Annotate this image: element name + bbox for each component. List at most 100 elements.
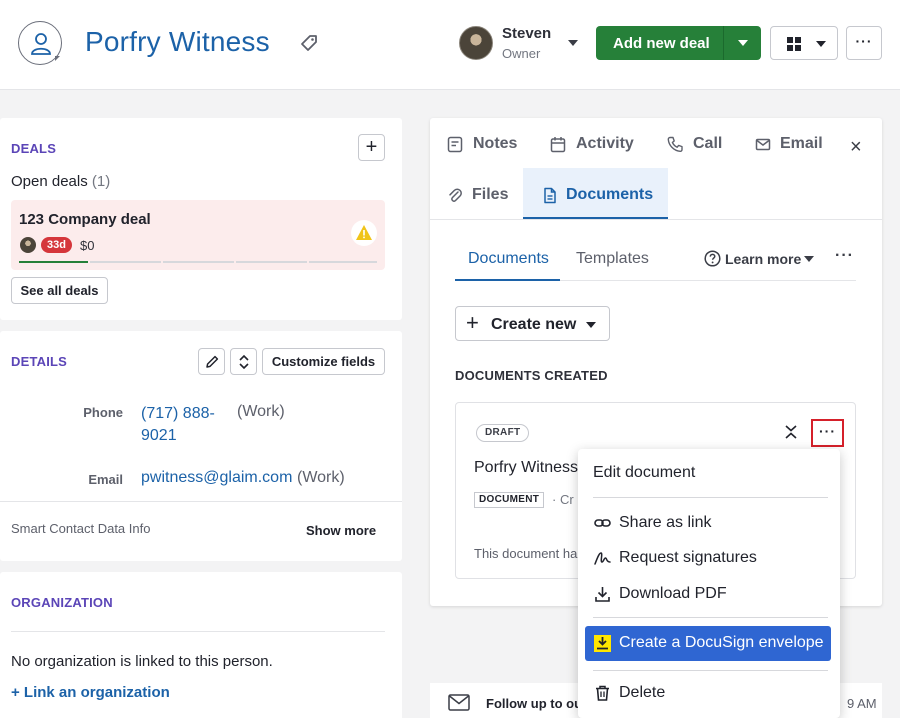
- menu-item-label: Download PDF: [619, 585, 727, 602]
- signature-icon: [594, 552, 611, 565]
- paperclip-icon: [449, 188, 462, 202]
- download-icon: [595, 587, 610, 602]
- button-divider: [723, 26, 724, 60]
- add-new-deal-button[interactable]: Add new deal: [596, 26, 761, 60]
- tab-email[interactable]: Email: [755, 135, 825, 155]
- view-switcher-button[interactable]: [770, 26, 838, 60]
- chevron-down-icon[interactable]: [738, 40, 748, 46]
- tab-activity-label: Activity: [576, 135, 634, 152]
- pencil-icon: [206, 355, 219, 368]
- tab-files-label: Files: [472, 186, 509, 203]
- envelope-icon: [448, 694, 470, 711]
- create-new-label: Create new: [491, 316, 577, 333]
- document-title[interactable]: Porfry Witness: [474, 459, 578, 477]
- pipeline-stage-bar: [309, 261, 377, 263]
- edit-details-button[interactable]: [198, 348, 225, 375]
- menu-item-label: Share as link: [619, 514, 712, 531]
- smart-contact-data-info: Smart Contact Data Info: [11, 521, 151, 536]
- deal-card[interactable]: 123 Company deal 33d $0: [11, 200, 385, 270]
- email-label: Email: [88, 472, 123, 487]
- create-new-button[interactable]: + Create new: [455, 306, 610, 341]
- add-new-deal-label: Add new deal: [613, 35, 710, 52]
- person-name[interactable]: Porfry Witness: [85, 26, 270, 58]
- menu-divider: [593, 670, 828, 671]
- document-description: This document ha: [474, 546, 578, 561]
- docusign-icon: [594, 635, 611, 652]
- reorder-fields-button[interactable]: [230, 348, 257, 375]
- document-actions-menu: Edit document Share as link Request sign…: [578, 449, 840, 718]
- calendar-icon: [550, 137, 566, 153]
- phone-type: (Work): [237, 403, 285, 420]
- help-circle-icon: [704, 250, 721, 267]
- collapse-icon[interactable]: [784, 424, 798, 440]
- tab-call[interactable]: Call: [667, 135, 727, 155]
- open-deals-text: Open deals: [11, 173, 88, 190]
- phone-label: Phone: [83, 405, 123, 420]
- menu-item-label: Request signatures: [619, 549, 757, 566]
- close-icon[interactable]: ×: [850, 136, 862, 159]
- expand-collapse-icon: [239, 354, 249, 370]
- organization-section-title[interactable]: ORGANIZATION: [11, 595, 113, 610]
- document-type-badge: DOCUMENT: [474, 492, 545, 508]
- pipeline-stage-bar: [19, 261, 88, 263]
- open-deals-label: Open deals (1): [11, 173, 110, 190]
- documents-more-button[interactable]: ···: [835, 247, 854, 265]
- add-deal-plus-button[interactable]: +: [358, 134, 385, 161]
- pipeline-stage-bar: [90, 261, 161, 263]
- document-more-button[interactable]: ···: [811, 419, 844, 447]
- see-all-deals-button[interactable]: See all deals: [11, 277, 108, 304]
- document-subtitle: · Cr: [552, 492, 574, 507]
- menu-item-share-as-link[interactable]: Share as link: [578, 506, 840, 540]
- trash-icon: [596, 685, 609, 701]
- contact-header: Porfry Witness Steven Owner Add new deal…: [0, 0, 900, 90]
- pipeline-stage-bar: [163, 261, 234, 263]
- tag-icon[interactable]: [300, 34, 318, 52]
- owner-chevron-down-icon[interactable]: [568, 40, 578, 46]
- menu-item-download-pdf[interactable]: Download PDF: [578, 577, 840, 611]
- menu-item-edit-document[interactable]: Edit document: [578, 456, 840, 490]
- pipeline-stage-bar: [236, 261, 307, 263]
- link-organization-link[interactable]: + Link an organization: [11, 684, 170, 701]
- subtab-documents[interactable]: Documents: [468, 250, 549, 268]
- deal-title[interactable]: 123 Company deal: [19, 211, 151, 228]
- menu-item-create-docusign-envelope[interactable]: Create a DocuSign envelope: [585, 626, 831, 661]
- menu-item-request-signatures[interactable]: Request signatures: [578, 541, 840, 575]
- documents-created-title: DOCUMENTS CREATED: [455, 368, 608, 383]
- tab-call-label: Call: [693, 135, 723, 152]
- show-more-button[interactable]: Show more: [306, 523, 376, 538]
- chevron-down-icon[interactable]: [804, 256, 814, 262]
- tab-files[interactable]: Files: [447, 186, 517, 206]
- customize-fields-button[interactable]: Customize fields: [262, 348, 385, 375]
- tab-documents-label: Documents: [566, 186, 654, 203]
- email-type: (Work): [297, 469, 345, 486]
- details-panel: DETAILS Customize fields Phone (717) 888…: [0, 331, 402, 561]
- divider: [0, 501, 402, 502]
- status-badge: DRAFT: [476, 424, 530, 442]
- follow-up-subject[interactable]: Follow up to ou: [486, 696, 582, 711]
- warning-button[interactable]: [351, 220, 377, 246]
- phone-value-link[interactable]: (717) 888-9021: [141, 403, 231, 447]
- deals-section-title[interactable]: DEALS: [11, 141, 56, 156]
- phone-icon: [667, 136, 683, 153]
- organization-panel: ORGANIZATION No organization is linked t…: [0, 572, 402, 718]
- tab-documents[interactable]: Documents: [542, 186, 662, 206]
- subtab-templates[interactable]: Templates: [576, 250, 649, 268]
- owner-role: Owner: [502, 46, 541, 61]
- tab-notes[interactable]: Notes: [447, 135, 537, 155]
- person-icon: [31, 33, 51, 55]
- details-section-title[interactable]: DETAILS: [11, 354, 67, 369]
- email-value-link[interactable]: pwitness@glaim.com: [141, 469, 292, 487]
- owner-name[interactable]: Steven: [502, 25, 551, 42]
- menu-divider: [593, 617, 828, 618]
- menu-item-label: Delete: [619, 684, 666, 701]
- menu-item-label: Create a DocuSign envelope: [619, 634, 824, 651]
- learn-more-button[interactable]: Learn more: [704, 250, 804, 269]
- menu-item-delete[interactable]: Delete: [578, 676, 840, 710]
- menu-item-label: Edit document: [593, 464, 696, 481]
- tab-activity[interactable]: Activity: [550, 135, 640, 155]
- more-options-button[interactable]: ···: [846, 26, 882, 60]
- link-icon: [594, 519, 611, 527]
- owner-avatar[interactable]: [459, 26, 493, 60]
- chevron-down-icon: [586, 322, 596, 328]
- active-subtab-indicator: [455, 279, 560, 281]
